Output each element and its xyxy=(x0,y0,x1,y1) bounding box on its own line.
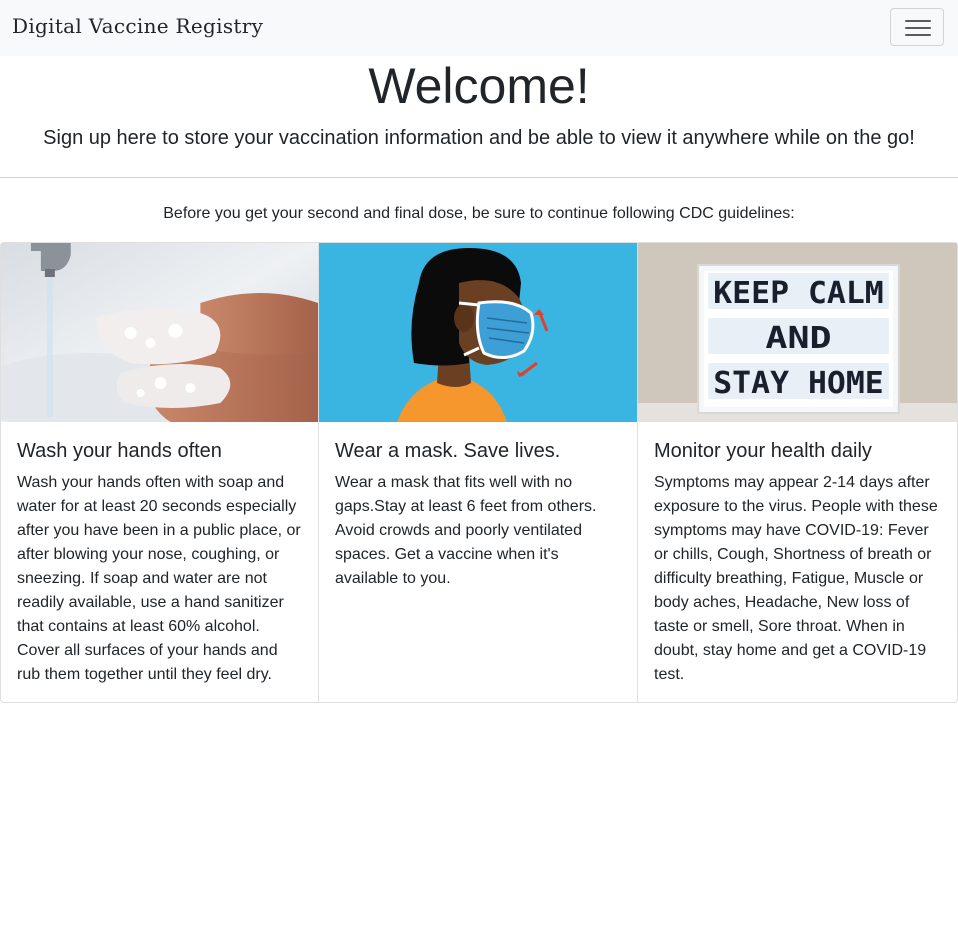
navbar-toggler-button[interactable] xyxy=(890,8,944,46)
card-text: Wash your hands often with soap and wate… xyxy=(17,474,301,683)
divider xyxy=(0,177,958,178)
card-text: Wear a mask that fits well with no gaps.… xyxy=(335,474,597,587)
guideline-card-wear-mask: Wear a mask. Save lives. Wear a mask tha… xyxy=(319,242,638,703)
card-title: Monitor your health daily xyxy=(654,440,872,462)
sign-line-3: STAY HOME xyxy=(713,366,884,401)
hand-washing-photo xyxy=(1,243,318,422)
card-text: Symptoms may appear 2-14 days after expo… xyxy=(654,474,938,683)
face-mask-illustration xyxy=(319,243,637,422)
card-title: Wear a mask. Save lives. xyxy=(335,440,561,462)
guideline-card-monitor-health: KEEP CALM AND STAY HOME Monitor your hea… xyxy=(638,242,958,703)
page-title: Welcome! xyxy=(368,58,590,114)
navbar: Digital Vaccine Registry xyxy=(0,0,958,56)
guideline-card-wash-hands: Wash your hands often Wash your hands of… xyxy=(0,242,319,703)
lightbox-sign-photo: KEEP CALM AND STAY HOME xyxy=(638,243,957,422)
sign-line-1: KEEP CALM xyxy=(713,276,884,311)
sign-line-2: AND xyxy=(765,321,831,356)
brand-link[interactable]: Digital Vaccine Registry xyxy=(12,14,263,38)
card-title: Wash your hands often xyxy=(17,440,222,462)
page-subtitle: Sign up here to store your vaccination i… xyxy=(43,127,915,149)
guidelines-intro: Before you get your second and final dos… xyxy=(163,205,795,222)
